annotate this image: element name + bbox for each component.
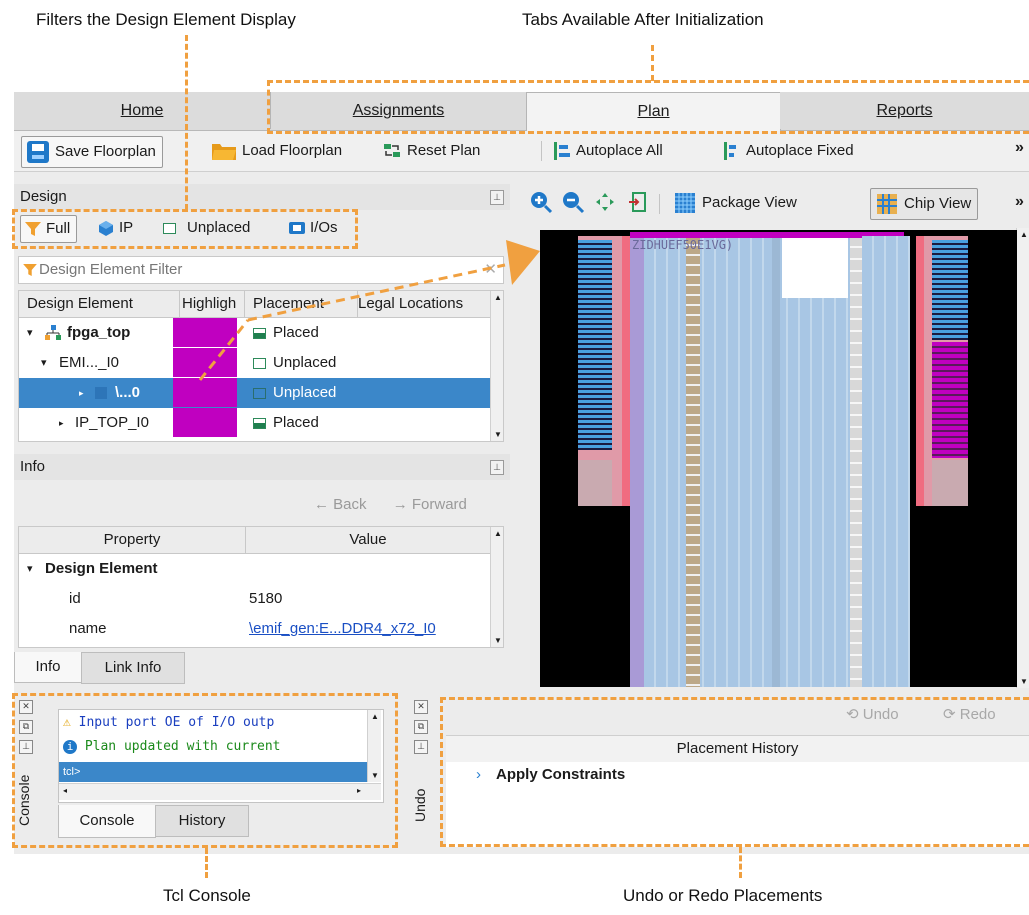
col-property[interactable]: Property — [19, 527, 246, 554]
close-icon[interactable]: ✕ — [414, 700, 428, 714]
callout-tcl: Tcl Console — [163, 886, 251, 905]
design-pin-icon[interactable]: ⊥ — [490, 190, 504, 205]
info-panel-header: Info — [14, 454, 510, 480]
filter-icon — [23, 264, 37, 276]
save-icon — [27, 141, 49, 163]
plan-toolbar: Save Floorplan Load Floorplan Reset Plan… — [14, 131, 1029, 172]
left-io-stripes — [578, 240, 612, 450]
highlight-swatch-ip-top[interactable] — [173, 408, 237, 437]
toolbar-overflow-button[interactable]: » — [1015, 139, 1024, 157]
pin-icon[interactable]: ⊥ — [414, 740, 428, 754]
fabric-column-right — [772, 236, 780, 687]
fit-view-icon[interactable] — [595, 192, 615, 212]
zoom-out-icon[interactable] — [561, 190, 585, 214]
tab-info[interactable]: Info — [14, 652, 82, 683]
forward-button[interactable]: → Forward — [393, 496, 467, 513]
empty-region — [782, 238, 848, 298]
hierarchy-icon — [45, 325, 61, 340]
design-panel-title: Design — [20, 188, 67, 205]
folder-icon — [212, 144, 236, 160]
property-row-name: name \emif_gen:E...DDR4_x72_I0 — [19, 614, 490, 644]
design-element-table: Design Element Highligh Placement Legal … — [18, 290, 504, 442]
view-separator — [659, 194, 660, 214]
load-floorplan-button[interactable]: Load Floorplan — [207, 136, 348, 166]
tree-row-selected[interactable]: ▸ \...0 Unplaced — [19, 378, 490, 408]
chip-view-canvas[interactable]: ZIDHUEF50E1VG) — [540, 230, 1017, 687]
info-table-scrollbar[interactable]: ▲ ▼ — [490, 527, 503, 647]
locate-icon[interactable] — [629, 192, 647, 212]
tab-link-info[interactable]: Link Info — [81, 652, 185, 684]
unplaced-icon — [253, 358, 266, 369]
chip-view-scrollbar[interactable]: ▲ ▼ — [1016, 228, 1029, 688]
callout-tabs: Tabs Available After Initialization — [522, 10, 764, 29]
back-button[interactable]: ← Back — [314, 496, 367, 513]
highlight-swatch-fpga-top[interactable] — [173, 318, 237, 347]
autoplace-fixed-icon — [724, 142, 736, 160]
design-panel-header: Design — [14, 184, 510, 210]
callout-filters-connector — [185, 35, 188, 210]
filters-highlight-box — [12, 209, 358, 249]
tree-row-fpga-top[interactable]: ▾ fpga_top Placed — [19, 318, 490, 348]
reset-plan-button[interactable]: Reset Plan — [378, 136, 486, 166]
tree-row-ip-top[interactable]: ▸ IP_TOP_I0 Placed — [19, 408, 490, 438]
view-overflow-button[interactable]: » — [1015, 193, 1024, 211]
info-nav: ← Back → Forward — [314, 496, 467, 513]
callout-filters: Filters the Design Element Display — [36, 10, 296, 29]
fabric-dsp-column-mid — [850, 236, 862, 687]
tab-home[interactable]: Home — [14, 92, 271, 129]
col-legal-locations[interactable]: Legal Locations — [358, 291, 490, 318]
autoplace-all-button[interactable]: Autoplace All — [549, 136, 669, 166]
right-fabric-region — [862, 236, 910, 687]
fabric-dsp-column-left — [686, 236, 700, 687]
property-group-row[interactable]: ▾ Design Element — [19, 554, 490, 584]
ip-cube-icon — [95, 387, 107, 399]
info-property-table: Property Value ▾ Design Element id 5180 … — [18, 526, 504, 648]
unplaced-icon — [253, 388, 266, 399]
highlight-swatch-emif[interactable] — [173, 348, 237, 377]
property-row-id: id 5180 — [69, 590, 283, 607]
save-floorplan-button[interactable]: Save Floorplan — [21, 136, 163, 168]
callout-tabs-connector — [651, 45, 654, 81]
col-value[interactable]: Value — [246, 527, 490, 554]
undo-highlight-box — [440, 697, 1029, 847]
console-highlight-box — [12, 693, 398, 848]
view-toolbar: Package View Chip View » — [519, 184, 1029, 224]
reset-icon — [384, 144, 400, 157]
placed-icon — [253, 418, 266, 429]
tree-row-emif[interactable]: ▾ EMI..._I0 Unplaced — [19, 348, 490, 378]
package-icon — [675, 193, 695, 213]
highlight-swatch-selected[interactable] — [173, 378, 237, 407]
autoplace-fixed-button[interactable]: Autoplace Fixed — [719, 136, 860, 166]
zoom-in-icon[interactable] — [529, 190, 553, 214]
left-io-block — [578, 460, 612, 506]
chip-view-button[interactable]: Chip View — [870, 188, 979, 220]
autoplace-all-icon — [554, 142, 570, 160]
float-icon[interactable]: ⧉ — [414, 720, 428, 734]
toolbar-separator — [541, 141, 542, 161]
col-design-element[interactable]: Design Element — [19, 291, 180, 318]
right-io-highlight — [932, 342, 968, 458]
chip-label: ZIDHUEF50E1VG) — [632, 238, 734, 252]
col-highlight[interactable]: Highligh — [180, 291, 245, 318]
callout-tcl-connector — [205, 848, 208, 878]
design-element-filter-input[interactable]: Design Element Filter ✕ — [18, 256, 504, 284]
package-view-button[interactable]: Package View — [669, 188, 803, 218]
undo-side-label: Undo — [412, 788, 428, 822]
tabs-highlight-box — [267, 80, 1029, 134]
left-io-edge — [622, 236, 630, 506]
right-io-block — [932, 460, 968, 506]
col-placement[interactable]: Placement — [245, 291, 358, 318]
right-io-stripes — [932, 240, 968, 340]
callout-undo: Undo or Redo Placements — [623, 886, 823, 905]
callout-undo-connector — [739, 847, 742, 878]
clear-filter-icon[interactable]: ✕ — [484, 257, 497, 283]
info-panel-title: Info — [20, 458, 46, 475]
info-pin-icon[interactable]: ⊥ — [490, 460, 504, 475]
chip-icon — [877, 194, 897, 214]
name-value-link[interactable]: \emif_gen:E...DDR4_x72_I0 — [249, 614, 436, 644]
design-table-scrollbar[interactable]: ▲ ▼ — [490, 291, 503, 441]
placed-icon — [253, 328, 266, 339]
left-fabric-border — [630, 236, 644, 687]
right-io-edge — [916, 236, 924, 506]
